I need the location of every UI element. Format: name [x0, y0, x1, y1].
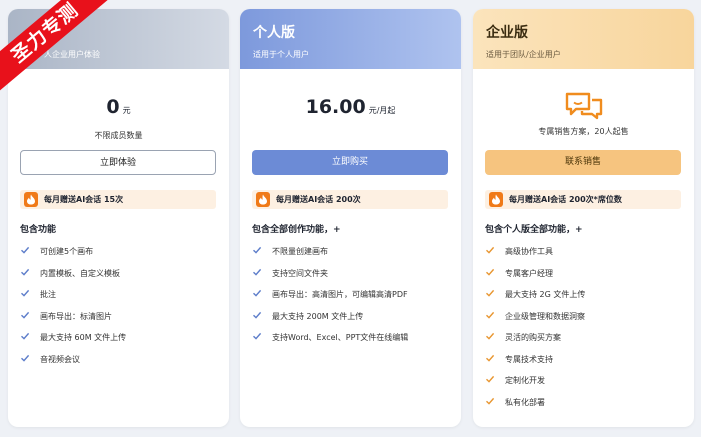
feature-label: 支持Word、Excel、PPT文件在线编辑: [272, 333, 409, 342]
feature-item: 画布导出：标清图片: [20, 310, 126, 332]
check-icon: [20, 288, 32, 303]
feature-label: 定制化开发: [505, 376, 545, 385]
check-icon: [252, 331, 264, 346]
plan-header: 企业版 适用于团队/企业用户: [473, 9, 694, 69]
try-now-button[interactable]: 立即体验: [20, 150, 216, 175]
plan-card-free: 人企业用户体验 0元 不限成员数量 立即体验 每月赠送AI会话 15次 包含功能…: [8, 9, 229, 427]
feature-item: 灵活的购买方案: [485, 331, 585, 353]
plan-note: 不限成员数量: [94, 131, 143, 140]
contact-sales-button[interactable]: 联系销售: [485, 150, 681, 175]
check-icon: [485, 310, 497, 325]
ai-gift-banner: 每月赠送AI会话 200次*席位数: [485, 190, 681, 209]
feature-list: 可创建5个画布 内置模板、自定义模板 批注 画布导出：标清图片 最大支持 60M…: [20, 245, 126, 374]
feature-list: 高级协作工具 专属客户经理 最大支持 2G 文件上传 企业级管理和数据洞察 灵活…: [485, 245, 585, 417]
check-icon: [20, 310, 32, 325]
feature-item: 专属技术支持: [485, 353, 585, 375]
price-unit: 元/月起: [368, 106, 396, 115]
feature-label: 最大支持 60M 文件上传: [40, 333, 127, 342]
check-icon: [20, 353, 32, 368]
check-icon: [485, 353, 497, 368]
price-amount: 0: [106, 96, 120, 118]
check-icon: [252, 288, 264, 303]
ai-gift-banner: 每月赠送AI会话 15次: [20, 190, 216, 209]
feature-item: 批注: [20, 288, 126, 310]
ai-gift-text: 每月赠送AI会话 200次*席位数: [509, 195, 622, 204]
fire-icon: [24, 192, 38, 207]
plan-header: 个人版 适用于个人用户: [240, 9, 461, 69]
features-title: 包含全部创作功能，+: [252, 225, 341, 235]
check-icon: [485, 288, 497, 303]
check-icon: [20, 331, 32, 346]
feature-item: 私有化部署: [485, 396, 585, 418]
check-icon: [485, 374, 497, 389]
feature-item: 高级协作工具: [485, 245, 585, 267]
check-icon: [485, 331, 497, 346]
feature-item: 支持空间文件夹: [252, 267, 408, 289]
feature-label: 私有化部署: [505, 397, 545, 407]
plan-price: 16.00 元/月起: [240, 95, 461, 119]
ai-gift-banner: 每月赠送AI会话 200次: [252, 190, 448, 209]
chat-bubbles-icon: [565, 92, 602, 120]
check-icon: [252, 245, 264, 260]
feature-item: 企业级管理和数据洞察: [485, 310, 585, 332]
feature-label: 可创建5个画布: [40, 247, 94, 256]
feature-label: 企业级管理和数据洞察: [505, 311, 585, 321]
feature-item: 定制化开发: [485, 374, 585, 396]
feature-label: 灵活的购买方案: [505, 333, 561, 342]
feature-item: 专属客户经理: [485, 267, 585, 289]
feature-label: 最大支持 2G 文件上传: [505, 290, 586, 299]
price-amount: 16.00: [305, 96, 366, 118]
feature-label: 画布导出：标清图片: [40, 311, 112, 321]
plan-subtitle: 适用于个人用户: [253, 50, 309, 59]
feature-item: 最大支持 2G 文件上传: [485, 288, 585, 310]
feature-list: 不限量创建画布 支持空间文件夹 画布导出：高清图片，可编辑高清PDF 最大支持 …: [252, 245, 408, 353]
feature-label: 专属客户经理: [505, 268, 553, 278]
feature-item: 支持Word、Excel、PPT文件在线编辑: [252, 331, 408, 353]
feature-label: 最大支持 200M 文件上传: [272, 311, 364, 321]
check-icon: [485, 396, 497, 411]
plan-card-enterprise: 企业版 适用于团队/企业用户 专属销售方案，20人起售 联系销售 每月赠送AI会…: [473, 9, 694, 427]
feature-label: 高级协作工具: [505, 247, 553, 256]
plan-subtitle: 适用于团队/企业用户: [486, 50, 561, 59]
check-icon: [252, 310, 264, 325]
plan-note: 专属销售方案，20人起售: [538, 127, 629, 136]
plan-card-personal: 个人版 适用于个人用户 16.00 元/月起 立即购买 每月赠送AI会话 200次…: [240, 9, 461, 427]
check-icon: [485, 267, 497, 282]
feature-label: 支持空间文件夹: [272, 268, 328, 278]
feature-item: 不限量创建画布: [252, 245, 408, 267]
check-icon: [20, 267, 32, 282]
feature-label: 画布导出：高清图片，可编辑高清PDF: [272, 290, 408, 299]
feature-label: 内置模板、自定义模板: [40, 268, 120, 278]
ai-gift-text: 每月赠送AI会话 15次: [44, 195, 124, 204]
feature-item: 最大支持 60M 文件上传: [20, 331, 126, 353]
plan-subtitle: 人企业用户体验: [44, 50, 100, 59]
features-title: 包含个人版全部功能，+: [485, 225, 583, 235]
feature-label: 不限量创建画布: [272, 247, 328, 256]
feature-label: 音视频会议: [40, 354, 80, 364]
feature-item: 内置模板、自定义模板: [20, 267, 126, 289]
price-unit: 元: [122, 106, 131, 115]
feature-label: 专属技术支持: [505, 354, 553, 364]
check-icon: [252, 267, 264, 282]
feature-item: 可创建5个画布: [20, 245, 126, 267]
fire-icon: [256, 192, 270, 207]
check-icon: [485, 245, 497, 260]
ai-gift-text: 每月赠送AI会话 200次: [276, 195, 361, 204]
plan-title: 个人版: [253, 25, 295, 41]
feature-item: 音视频会议: [20, 353, 126, 375]
plan-title: 企业版: [486, 25, 528, 41]
fire-icon: [489, 192, 503, 207]
feature-item: 画布导出：高清图片，可编辑高清PDF: [252, 288, 408, 310]
features-title: 包含功能: [20, 225, 57, 235]
check-icon: [20, 245, 32, 260]
feature-label: 批注: [40, 290, 56, 299]
buy-now-button[interactable]: 立即购买: [252, 150, 448, 175]
feature-item: 最大支持 200M 文件上传: [252, 310, 408, 332]
plan-price: 0元: [8, 95, 229, 119]
